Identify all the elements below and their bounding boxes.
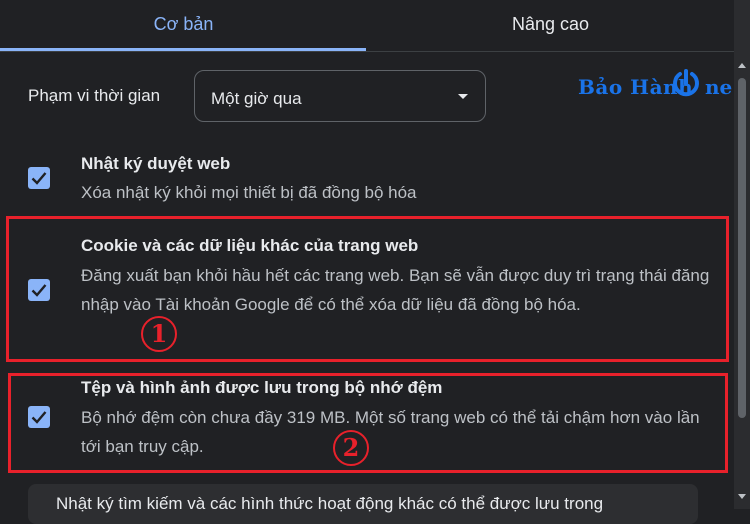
time-range-value: Một giờ qua <box>211 89 302 108</box>
tab-bar: Cơ bản Nâng cao <box>0 0 734 52</box>
scroll-down-arrow-icon[interactable] <box>738 494 746 499</box>
highlight-box-2 <box>8 373 728 473</box>
dropdown-arrow-icon <box>458 94 468 99</box>
tabs-divider <box>0 51 734 52</box>
tab-advanced[interactable]: Nâng cao <box>367 0 734 52</box>
history-title: Nhật ký duyệt web <box>81 154 231 173</box>
history-description: Xóa nhật ký khỏi mọi thiết bị đã đồng bộ… <box>81 183 417 202</box>
scroll-up-arrow-icon[interactable] <box>738 63 746 68</box>
check-icon <box>31 172 47 185</box>
power-one-icon <box>673 69 699 97</box>
highlight-box-1 <box>6 216 729 362</box>
history-checkbox[interactable] <box>28 167 50 189</box>
tab-basic[interactable]: Cơ bản <box>0 0 367 52</box>
time-range-label: Phạm vi thời gian <box>28 86 161 105</box>
scrollbar-thumb[interactable] <box>738 78 746 418</box>
watermark-suffix: ne <box>705 75 733 99</box>
annotation-badge-2: 2 <box>333 430 369 466</box>
annotation-badge-1: 1 <box>141 316 177 352</box>
time-range-select[interactable]: Một giờ qua <box>194 70 486 122</box>
search-history-notice-text: Nhật ký tìm kiếm và các hình thức hoạt đ… <box>56 494 604 513</box>
